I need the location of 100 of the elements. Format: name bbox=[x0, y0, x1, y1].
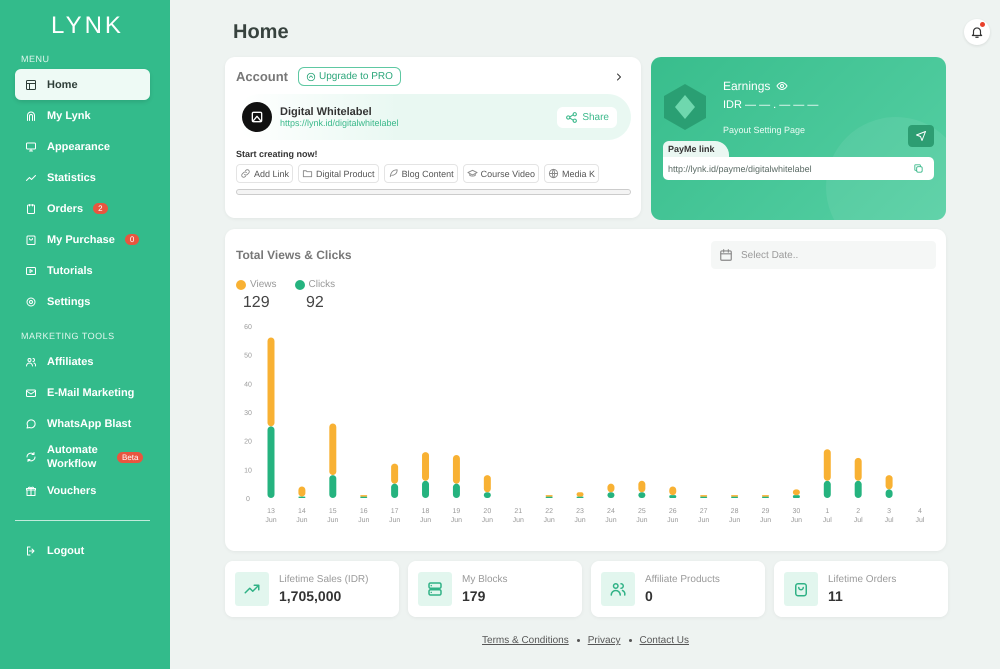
clicks-bar bbox=[452, 484, 460, 498]
create-chip[interactable]: Blog Content bbox=[384, 164, 458, 183]
views-bar bbox=[792, 489, 800, 496]
views-bar bbox=[638, 480, 646, 492]
create-chip[interactable]: Digital Product bbox=[298, 164, 379, 183]
create-chip[interactable]: Media K bbox=[544, 164, 600, 183]
page-title: Home bbox=[233, 20, 289, 44]
logout-item[interactable]: Logout bbox=[15, 535, 150, 566]
calendar-icon bbox=[719, 248, 733, 262]
section-label: Start creating now! bbox=[236, 149, 319, 159]
legend-label: Views bbox=[250, 279, 276, 290]
views-bar bbox=[854, 458, 862, 481]
sidebar-item[interactable]: E-Mail Marketing bbox=[15, 377, 150, 408]
clicks-bar bbox=[669, 495, 676, 498]
chart-title: Total Views & Clicks bbox=[236, 248, 352, 262]
sidebar-item[interactable]: My Lynk bbox=[15, 100, 150, 131]
users-icon bbox=[609, 580, 627, 598]
arch-icon bbox=[25, 110, 37, 122]
create-chip[interactable]: Course Video bbox=[462, 164, 539, 183]
footer-link[interactable]: Contact Us bbox=[640, 635, 689, 646]
monitor-icon bbox=[25, 140, 37, 152]
views-bar bbox=[484, 475, 491, 492]
clicks-bar bbox=[792, 495, 800, 498]
sidebar-item[interactable]: Settings bbox=[15, 286, 150, 317]
legend-label: Clicks bbox=[308, 279, 336, 290]
sidebar-item[interactable]: Home bbox=[15, 69, 150, 100]
views-bar bbox=[576, 492, 584, 497]
stat-label: Affiliate Products bbox=[645, 574, 720, 585]
globe-icon bbox=[548, 168, 559, 179]
footer-link[interactable]: Terms & Conditions bbox=[482, 635, 569, 646]
views-bar bbox=[669, 486, 676, 496]
refresh-icon bbox=[25, 451, 37, 463]
stat-value: 11 bbox=[828, 588, 844, 604]
copy-icon bbox=[913, 163, 924, 174]
stat-label: Lifetime Orders bbox=[828, 574, 896, 585]
server-icon bbox=[426, 580, 444, 598]
earnings-label: Earnings bbox=[723, 79, 770, 93]
create-chip[interactable]: Add Link bbox=[236, 164, 294, 183]
sidebar-item[interactable]: Tutorials bbox=[15, 255, 150, 286]
placeholder: Select Date.. bbox=[741, 250, 798, 260]
sidebar-item[interactable]: Appearance bbox=[15, 131, 150, 162]
clicks-bar bbox=[329, 475, 336, 498]
sidebar-item[interactable]: WhatsApp Blast bbox=[15, 408, 150, 439]
hidden-amount: — — . — — — bbox=[745, 99, 818, 111]
count-badge: 0 bbox=[124, 234, 140, 245]
share-button[interactable]: Share bbox=[557, 106, 617, 128]
views-bar bbox=[452, 455, 460, 484]
notification-button[interactable] bbox=[964, 19, 990, 45]
bag-icon bbox=[25, 234, 37, 246]
views-bar bbox=[422, 452, 430, 481]
clicks-bar bbox=[484, 492, 491, 498]
users-icon bbox=[25, 356, 37, 368]
cap-icon bbox=[466, 168, 478, 179]
layout-icon bbox=[25, 78, 37, 90]
chat-icon bbox=[25, 418, 37, 430]
views-bar bbox=[607, 484, 614, 492]
sidebar-item[interactable]: My Purchase 0 bbox=[15, 224, 150, 255]
views-bar bbox=[329, 423, 336, 476]
logout-icon bbox=[25, 544, 37, 556]
send-icon bbox=[915, 130, 927, 142]
card-title: Account bbox=[236, 69, 288, 84]
section-heading: MENU bbox=[21, 54, 50, 64]
sidebar-item[interactable]: Vouchers bbox=[15, 475, 150, 506]
send-button[interactable] bbox=[908, 125, 934, 147]
payme-url[interactable]: http://lynk.id/payme/digitalwhitelabel bbox=[668, 164, 812, 174]
clicks-bar bbox=[638, 492, 646, 498]
clicks-bar bbox=[607, 492, 614, 498]
payout-link[interactable]: Payout Setting Page bbox=[723, 125, 818, 135]
settings-icon bbox=[25, 296, 37, 308]
views-bar bbox=[391, 464, 398, 484]
sidebar-item[interactable]: Automate Workflow Beta bbox=[15, 439, 150, 475]
sidebar-item[interactable]: Statistics bbox=[15, 162, 150, 193]
stat-label: My Blocks bbox=[462, 574, 508, 585]
count-badge: 2 bbox=[93, 203, 108, 214]
eye-icon bbox=[776, 80, 788, 92]
logo: LYNK bbox=[51, 12, 125, 40]
views-bar bbox=[824, 449, 831, 481]
legend-total: 92 bbox=[306, 294, 324, 312]
image-icon bbox=[249, 109, 265, 125]
date-field[interactable]: Select Date.. bbox=[711, 241, 936, 269]
clicks-bar bbox=[886, 489, 893, 498]
currency-label: IDR bbox=[723, 99, 742, 111]
stat-value: 0 bbox=[645, 588, 654, 604]
link-icon bbox=[240, 168, 251, 179]
gem-icon bbox=[663, 83, 707, 131]
sidebar-item[interactable]: Orders 2 bbox=[15, 193, 150, 224]
folder-icon bbox=[302, 168, 314, 179]
stat-value: 179 bbox=[462, 588, 486, 604]
sidebar-item[interactable]: Affiliates bbox=[15, 346, 150, 377]
scrollbar[interactable] bbox=[236, 189, 631, 195]
video-icon bbox=[25, 264, 37, 276]
mail-icon bbox=[25, 386, 37, 398]
footer-link[interactable]: Privacy bbox=[588, 635, 621, 646]
legend-total: 129 bbox=[242, 294, 270, 312]
profile-link[interactable]: https://lynk.id/digitalwhitelabel bbox=[280, 118, 399, 128]
upgrade-button[interactable]: Upgrade to PRO bbox=[298, 67, 401, 86]
clicks-bar bbox=[268, 426, 274, 498]
clicks-bar bbox=[422, 480, 430, 498]
feather-icon bbox=[388, 168, 399, 179]
clipboard-icon bbox=[25, 202, 37, 214]
